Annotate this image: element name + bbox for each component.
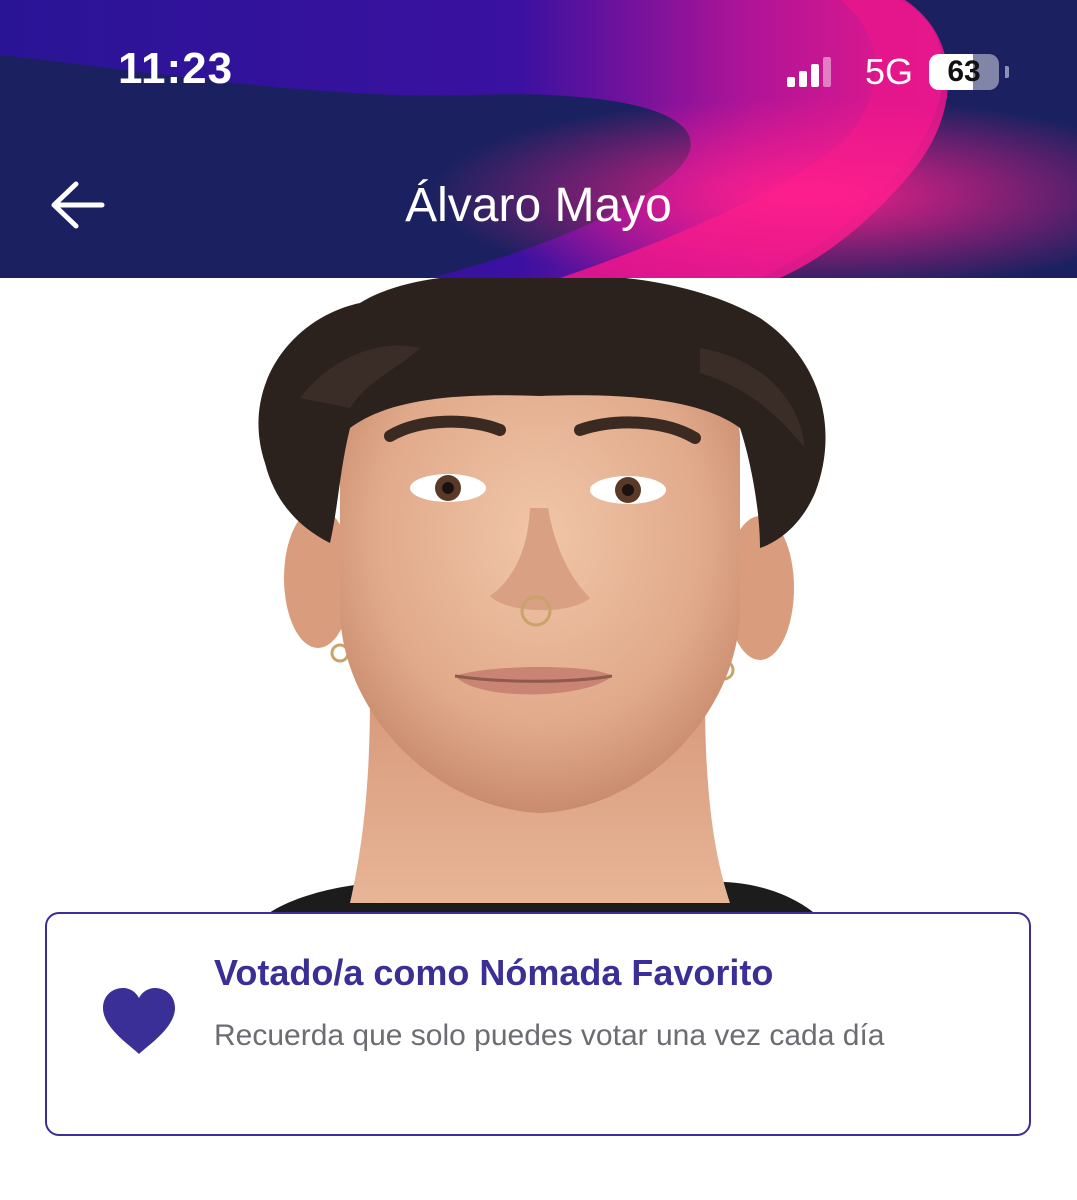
favorite-vote-card: Votado/a como Nómada Favorito Recuerda q… [45,912,1031,1136]
cellular-signal-icon [786,57,835,87]
battery-percent: 63 [947,55,981,88]
screen: 11:23 5G 63 Álvaro Mayo Votado/a como Nó… [0,0,1077,1200]
vote-card-title: Votado/a como Nómada Favorito [214,952,774,993]
heart-icon [103,988,175,1054]
app-header: 11:23 5G 63 Álvaro Mayo [0,0,1077,278]
page-title: Álvaro Mayo [405,179,672,232]
contestant-photo [0,278,1077,918]
battery-icon: 63 [929,54,999,90]
status-indicators: 5G 63 [786,51,1009,92]
portrait-illustration [0,278,1077,918]
status-time: 11:23 [118,44,234,93]
network-type: 5G [864,51,913,92]
header-gradient-swoosh [0,0,1077,278]
battery-tip [1005,66,1009,78]
vote-card-subtitle: Recuerda que solo puedes votar una vez c… [214,1019,885,1052]
